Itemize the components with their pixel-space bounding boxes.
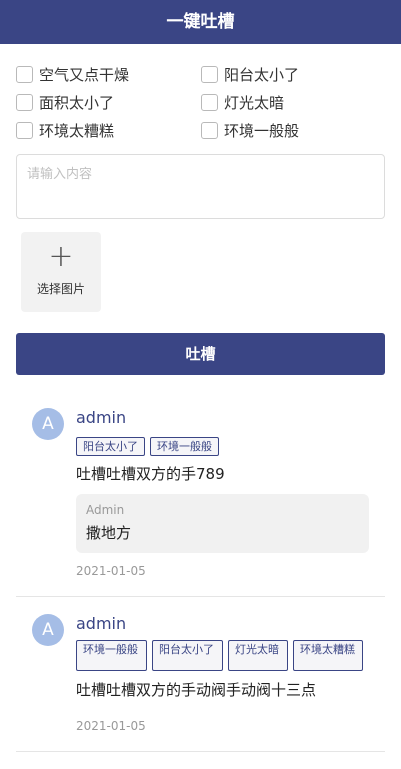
option-bad-environment[interactable]: 环境太糟糕 — [16, 119, 114, 141]
post-username: admin — [76, 408, 127, 427]
avatar: A — [32, 614, 64, 646]
post-content: 吐槽吐槽双方的手动阀手动阀十三点 — [76, 681, 317, 699]
post-tag: 阳台太小了 — [152, 640, 223, 671]
checkbox[interactable] — [201, 121, 218, 139]
divider — [16, 596, 385, 597]
checkbox[interactable] — [16, 93, 33, 111]
plus-icon: + — [48, 239, 74, 274]
post-tag: 环境一般般 — [150, 437, 219, 456]
reply-text: 撒地方 — [86, 524, 132, 542]
post-tags: 环境一般般 阳台太小了 灯光太暗 环境太糟糕 — [76, 640, 363, 671]
option-label: 阳台太小了 — [224, 65, 300, 84]
content-input[interactable]: 请输入内容 — [16, 154, 385, 219]
divider — [16, 751, 385, 752]
page-title: 一键吐槽 — [166, 12, 235, 32]
submit-button[interactable]: 吐槽 — [16, 333, 385, 375]
post-tag: 灯光太暗 — [228, 640, 288, 671]
post-tags: 阳台太小了 环境一般般 — [76, 437, 219, 456]
page-header: 一键吐槽 — [0, 0, 401, 44]
choose-image-button[interactable]: + 选择图片 — [21, 232, 101, 312]
checkbox[interactable] — [16, 121, 33, 139]
option-label: 环境一般般 — [224, 121, 300, 140]
post-tag: 环境一般般 — [76, 640, 147, 671]
choose-image-label: 选择图片 — [36, 282, 85, 296]
option-label: 灯光太暗 — [224, 93, 285, 112]
content-input-placeholder: 请输入内容 — [27, 167, 93, 182]
option-dim-light[interactable]: 灯光太暗 — [201, 91, 284, 113]
option-label: 环境太糟糕 — [39, 121, 115, 140]
post-date: 2021-01-05 — [76, 719, 146, 733]
post-username: admin — [76, 614, 127, 633]
option-average-environment[interactable]: 环境一般般 — [201, 119, 299, 141]
option-dry-air[interactable]: 空气又点干燥 — [16, 63, 129, 85]
post-content: 吐槽吐槽双方的手789 — [76, 465, 225, 483]
checkbox[interactable] — [201, 93, 218, 111]
post-date: 2021-01-05 — [76, 564, 146, 578]
admin-reply: Admin 撒地方 — [76, 494, 369, 553]
option-label: 面积太小了 — [39, 93, 115, 112]
checkbox[interactable] — [16, 65, 33, 83]
option-small-area[interactable]: 面积太小了 — [16, 91, 114, 113]
option-small-balcony[interactable]: 阳台太小了 — [201, 63, 299, 85]
avatar: A — [32, 408, 64, 440]
reply-author: Admin — [86, 503, 125, 517]
post-tag: 阳台太小了 — [76, 437, 145, 456]
option-label: 空气又点干燥 — [39, 65, 130, 84]
checkbox[interactable] — [201, 65, 218, 83]
post-tag: 环境太糟糕 — [293, 640, 363, 671]
